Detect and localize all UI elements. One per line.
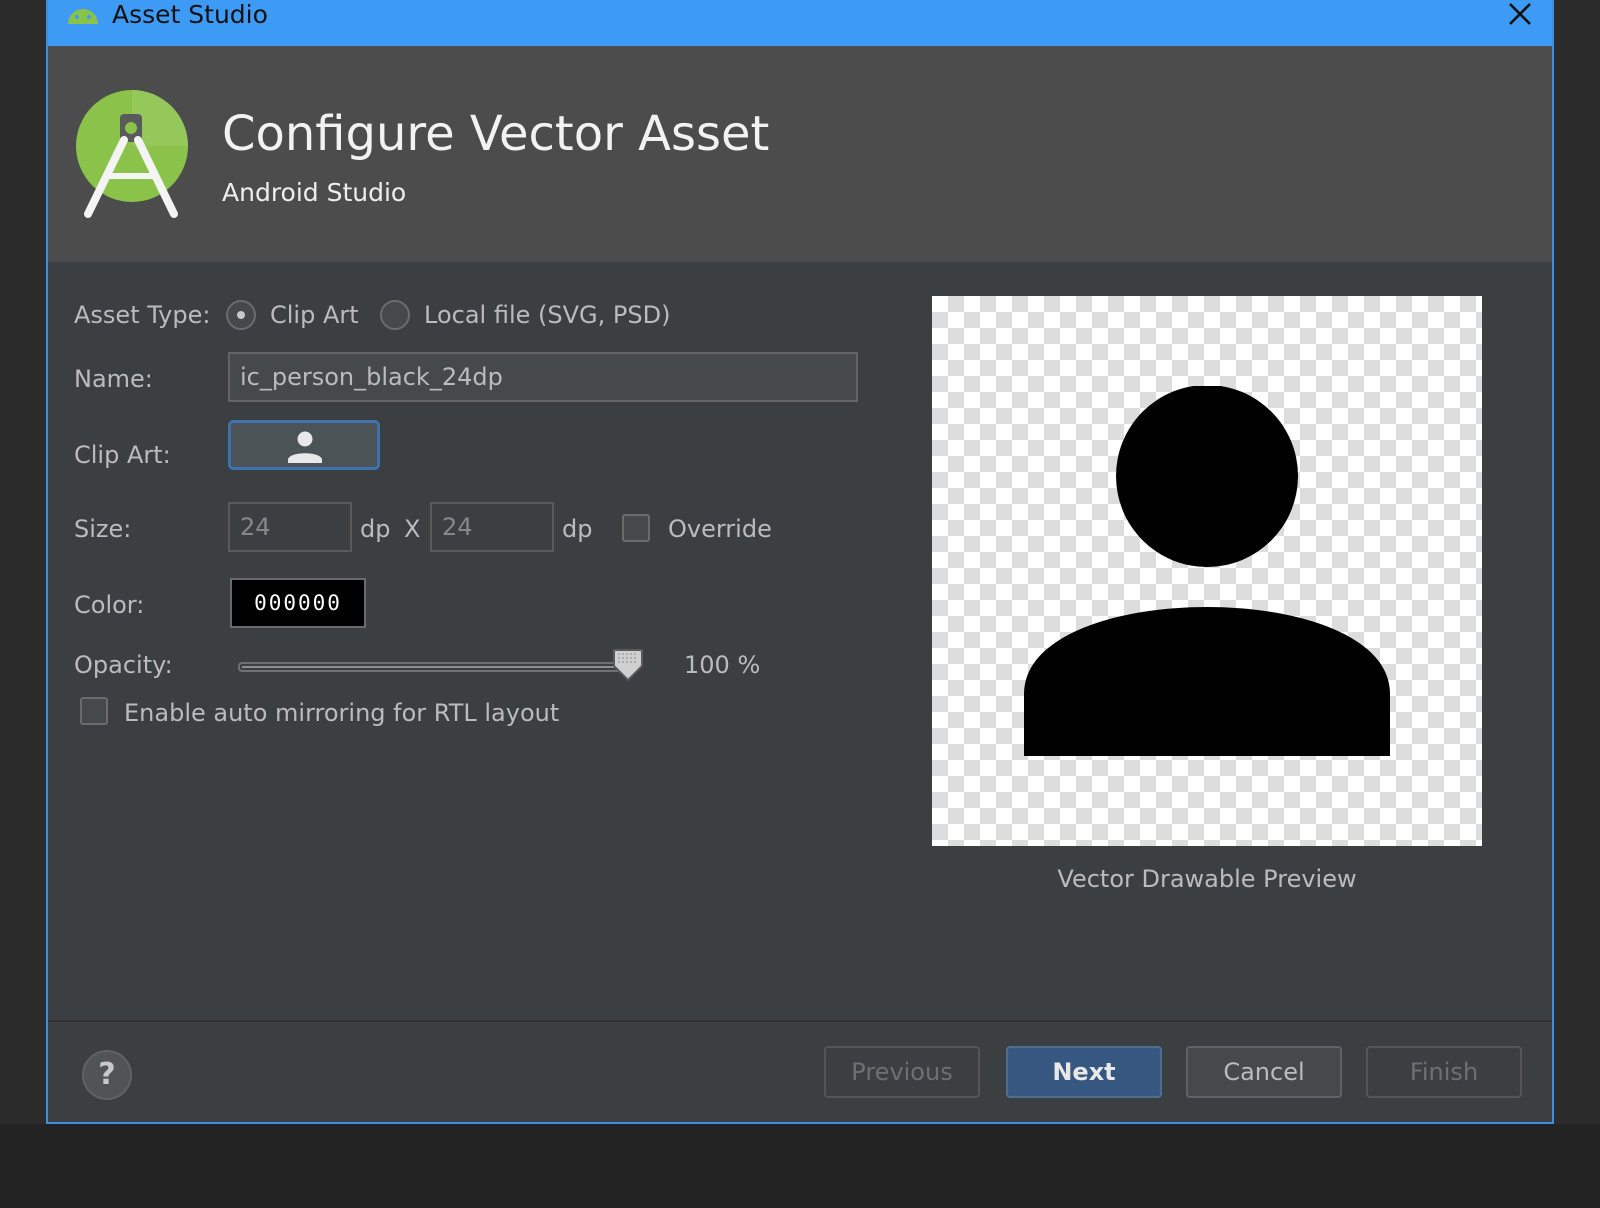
auto-mirroring-checkbox[interactable]	[80, 697, 108, 725]
android-studio-logo-icon	[76, 90, 188, 218]
auto-mirroring-label[interactable]: Enable auto mirroring for RTL layout	[124, 696, 559, 730]
opacity-slider-track[interactable]	[238, 662, 628, 672]
name-label: Name:	[74, 365, 153, 393]
cancel-button[interactable]: Cancel	[1186, 1046, 1342, 1098]
vector-drawable-preview	[932, 296, 1482, 846]
help-icon[interactable]: ?	[82, 1050, 132, 1100]
opacity-slider-thumb[interactable]	[611, 648, 645, 682]
desktop-background	[0, 1124, 1600, 1208]
size-width-input[interactable]	[228, 502, 352, 552]
size-height-input[interactable]	[430, 502, 554, 552]
window-title: Asset Studio	[112, 0, 268, 29]
person-icon	[1024, 386, 1390, 756]
name-input[interactable]	[228, 352, 858, 402]
asset-studio-dialog: Asset Studio Configure Vector Asset Andr…	[46, 0, 1554, 1124]
android-head-icon	[68, 9, 98, 24]
person-icon	[288, 431, 322, 463]
preview-caption: Vector Drawable Preview	[1057, 865, 1357, 893]
size-label: Size:	[74, 515, 132, 543]
clip-art-button[interactable]	[228, 420, 380, 470]
radio-local-file-label[interactable]: Local file (SVG, PSD)	[424, 298, 670, 332]
footer-divider	[48, 1020, 1552, 1022]
size-separator: X	[404, 515, 421, 543]
opacity-slider-fill	[242, 666, 628, 668]
opacity-value: 100 %	[684, 651, 761, 679]
radio-local-file[interactable]	[380, 300, 410, 330]
next-button[interactable]: Next	[1006, 1046, 1162, 1098]
page-subtitle: Android Studio	[222, 178, 407, 207]
finish-button[interactable]: Finish	[1366, 1046, 1522, 1098]
radio-clip-art-label[interactable]: Clip Art	[270, 298, 359, 332]
asset-type-label: Asset Type:	[74, 301, 211, 329]
size-width-unit: dp	[360, 515, 391, 543]
title-bar: Asset Studio	[48, 0, 1552, 46]
color-label: Color:	[74, 591, 145, 619]
wizard-header: Configure Vector Asset Android Studio	[48, 46, 1552, 262]
size-height-unit: dp	[562, 515, 593, 543]
previous-button[interactable]: Previous	[824, 1046, 980, 1098]
clip-art-label: Clip Art:	[74, 441, 171, 469]
color-swatch-button[interactable]: 000000	[230, 578, 366, 628]
override-label[interactable]: Override	[668, 512, 772, 546]
radio-selected-dot	[237, 311, 245, 319]
opacity-label: Opacity:	[74, 651, 173, 679]
override-checkbox[interactable]	[622, 514, 650, 542]
radio-clip-art[interactable]	[226, 300, 256, 330]
close-icon[interactable]	[1506, 0, 1534, 28]
page-title: Configure Vector Asset	[222, 106, 770, 162]
